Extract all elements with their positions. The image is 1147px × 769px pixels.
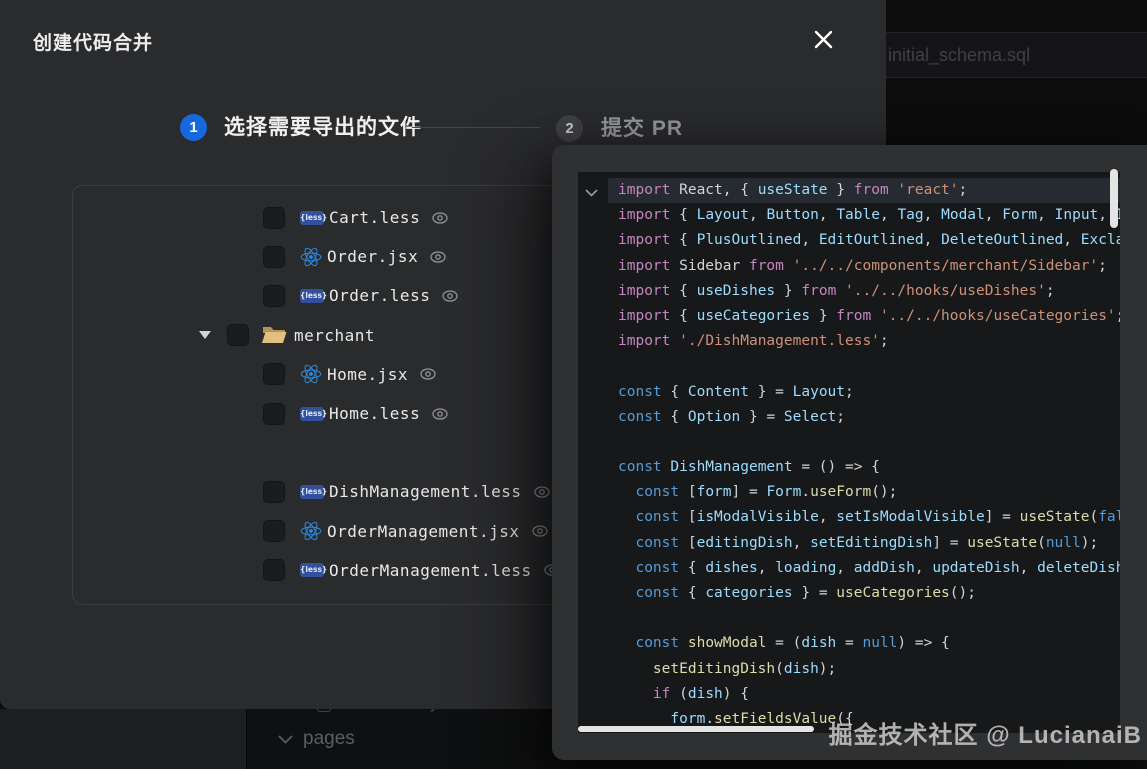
code-preview-panel: import React, { useState } from 'react';… [552, 145, 1147, 760]
close-button[interactable] [808, 26, 838, 56]
eye-icon[interactable] [420, 368, 436, 380]
code-line: const showModal = (dish = null) => { [635, 635, 950, 652]
code-line: const { Option } = Select; [618, 408, 846, 425]
code-line: const { Content } = Layout; [618, 383, 854, 400]
less-icon: {less} [300, 210, 327, 225]
file-name: Cart.less [329, 208, 421, 228]
less-icon: {less} [300, 406, 327, 421]
less-icon: {less} [300, 563, 327, 578]
code-line: import { useDishes } from '../../hooks/u… [618, 282, 1055, 299]
checkbox[interactable] [263, 284, 285, 307]
code-editor[interactable]: import React, { useState } from 'react';… [578, 172, 1120, 733]
checkbox[interactable] [263, 402, 285, 425]
horizontal-scrollbar[interactable] [578, 726, 814, 732]
background-pages-item: pages [278, 728, 355, 750]
eye-icon[interactable] [432, 407, 448, 420]
code-line: const { dishes, loading, addDish, update… [635, 559, 1120, 576]
code-line: import './DishManagement.less'; [618, 333, 889, 350]
file-name: OrderManagement.less [329, 560, 532, 580]
collapse-chevron-icon[interactable] [585, 184, 598, 202]
file-name: Home.jsx [327, 364, 409, 384]
file-name: OrderManagement.jsx [327, 521, 520, 541]
step-1-indicator[interactable]: 1 [180, 114, 207, 141]
checkbox[interactable] [227, 324, 249, 347]
background-pages-label: pages [303, 728, 355, 749]
react-icon [300, 521, 322, 541]
react-icon [300, 247, 322, 267]
file-name: Order.less [329, 286, 431, 306]
eye-icon[interactable] [442, 290, 458, 302]
background-file-name: initial_schema.sql [888, 45, 1031, 65]
modal-title: 创建代码合并 [33, 33, 154, 54]
less-icon: {less} [300, 288, 327, 303]
code-line: setEditingDish(dish); [652, 660, 837, 677]
vertical-scrollbar[interactable] [1110, 169, 1118, 228]
less-icon: {less} [300, 484, 327, 499]
folder-name: merchant [294, 325, 376, 345]
code-line: import { useCategories } from '../../hoo… [618, 307, 1120, 324]
react-icon [300, 364, 322, 384]
background-file-tab: initial_schema.sql [886, 32, 1147, 78]
code-line: const { categories } = useCategories(); [635, 585, 976, 601]
code-line: import React, { useState } from 'react'; [608, 178, 1120, 204]
step-connector [412, 127, 540, 128]
ide-editor-background: initial_schema.sql [886, 0, 1147, 145]
file-name: DishManagement.less [329, 482, 522, 502]
code-lines: import React, { useState } from 'react';… [608, 178, 1120, 732]
code-line: import Sidebar from '../../components/me… [618, 257, 1107, 274]
step-2-indicator[interactable]: 2 [556, 115, 583, 142]
step-2-label: 提交 PR [601, 117, 684, 140]
eye-icon[interactable] [432, 211, 448, 224]
chevron-down-icon [278, 734, 293, 744]
checkbox[interactable] [263, 520, 285, 543]
file-name: Order.jsx [327, 247, 419, 267]
screen: initial_schema.sql y pages 创建代码合并 1 选择需要… [0, 0, 1147, 769]
checkbox[interactable] [263, 480, 285, 503]
folder-icon [261, 325, 287, 345]
code-line: const [editingDish, setEditingDish] = us… [635, 534, 1099, 551]
watermark: 掘金技术社区 @ LucianaiB [828, 722, 1142, 749]
code-line: const DishManagement = () => { [618, 459, 880, 476]
eye-icon[interactable] [533, 486, 550, 498]
code-line: if (dish) { [652, 685, 749, 702]
eye-icon[interactable] [531, 525, 548, 537]
code-line: import { Layout, Button, Table, Tag, Mod… [618, 207, 1120, 224]
code-line: const [form] = Form.useForm(); [635, 484, 898, 501]
file-name: Home.less [329, 404, 421, 424]
eye-icon[interactable] [430, 251, 446, 263]
code-line: import { PlusOutlined, EditOutlined, Del… [618, 232, 1120, 249]
background-sidebar [0, 709, 247, 769]
checkbox[interactable] [263, 559, 285, 582]
checkbox[interactable] [263, 206, 285, 229]
close-icon [814, 30, 832, 49]
checkbox[interactable] [263, 245, 285, 268]
step-1-label: 选择需要导出的文件 [224, 116, 422, 139]
expand-caret-icon[interactable] [199, 331, 211, 340]
checkbox[interactable] [263, 363, 285, 386]
code-line: const [isModalVisible, setIsModalVisible… [635, 509, 1120, 526]
